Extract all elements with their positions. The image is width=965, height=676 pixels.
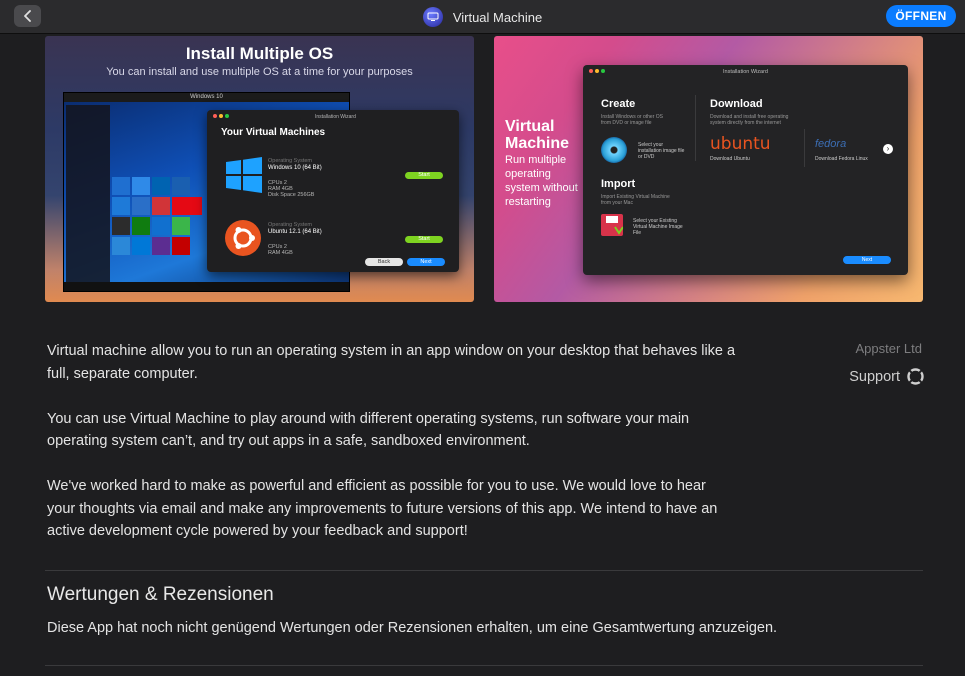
import-disk-icon (601, 214, 624, 236)
create-item: Select your installation image file or D… (638, 142, 685, 160)
lifebuoy-icon (907, 368, 924, 385)
vm-back-button[interactable]: Back (365, 258, 403, 266)
vm1-start-label: Start (418, 172, 430, 178)
vm2-os: Ubuntu 12.1 (64 Bit) (268, 229, 322, 235)
window-title: Virtual Machine (452, 9, 543, 25)
import-desc: Import Existing Virtual Machine from you… (601, 194, 670, 206)
windows10-titlebar: Windows 10 (64, 93, 349, 102)
windows10-taskbar (64, 282, 349, 291)
installation-wizard-window: Installation Wizard Create Install Windo… (583, 65, 908, 275)
vm-back-label: Back (377, 259, 391, 265)
vm1-start-button[interactable]: Start (405, 172, 443, 179)
vm1-disk: Disk Space 256GB (268, 192, 315, 198)
ratings-heading: Wertungen & Rezensionen (47, 584, 274, 605)
section-divider (45, 665, 923, 666)
vm-next-button[interactable]: Next (407, 258, 445, 266)
vm-list-window: Installation Wizard Your Virtual Machine… (207, 110, 459, 272)
fedora-caption: Download Fedora Linux (815, 156, 868, 162)
windows-logo-icon (225, 156, 263, 194)
disc-icon (601, 137, 627, 163)
create-heading: Create (601, 98, 636, 110)
vm-next-label: Next (420, 259, 432, 265)
download-heading: Download (710, 98, 763, 110)
screenshot-run-multiple-os[interactable]: Virtual Machine Run multiple operating s… (494, 36, 923, 302)
vm2-start-button[interactable]: Start (405, 236, 443, 243)
ubuntu-logo[interactable]: ubuntu (710, 134, 771, 154)
ubuntu-caption: Download Ubuntu (710, 156, 750, 162)
title-bar: Virtual Machine ÖFFNEN (0, 0, 965, 34)
section-divider (45, 570, 923, 571)
description-paragraph-1: Virtual machine allow you to run an oper… (47, 343, 736, 382)
open-button[interactable]: ÖFFNEN (886, 5, 956, 27)
vm2-start-label: Start (418, 236, 430, 242)
screenshot-title: Install Multiple OS (185, 44, 334, 63)
ratings-text: Diese App hat noch nicht genügend Wertun… (47, 620, 778, 636)
window-title-group: Virtual Machine (0, 0, 965, 34)
vm1-os-label: Operating System (268, 158, 313, 164)
developer-link[interactable]: Appster Ltd (856, 341, 923, 356)
create-desc: Install Windows or other OS from DVD or … (601, 114, 663, 126)
arrow-right-icon[interactable]: › (883, 144, 893, 154)
wizard-title: Installation Wizard (723, 69, 768, 75)
description-paragraph-3: We've worked hard to make as powerful an… (47, 478, 718, 539)
wizard-next-button[interactable]: Next (843, 256, 891, 264)
description-paragraph-2: You can use Virtual Machine to play arou… (47, 410, 690, 450)
download-desc: Download and install free operating syst… (710, 114, 789, 126)
vm1-os: Windows 10 (64 Bit) (268, 165, 322, 171)
title-line-2: Machine (505, 135, 570, 152)
vm-window-title: Installation Wizard (315, 114, 356, 120)
screenshot-install-multiple-os[interactable]: Install Multiple OS You can install and … (45, 36, 474, 302)
app-description: Virtual machine allow you to run an oper… (47, 340, 737, 565)
screenshot-title: Virtual Machine (505, 118, 569, 152)
fedora-logo[interactable]: fedora (815, 138, 846, 150)
screenshot-subtitle: Run multiple operating system without re… (505, 154, 578, 208)
title-line-1: Virtual (505, 118, 555, 135)
vm-heading: Your Virtual Machines (221, 127, 326, 138)
vm2-ram: RAM 4GB (268, 250, 293, 256)
support-label: Support (849, 368, 900, 385)
window-traffic-lights (213, 114, 229, 118)
import-item: Select your Existing Virtual Machine Ima… (633, 218, 683, 236)
vm2-os-label: Operating System (268, 222, 313, 228)
support-link[interactable]: Support (849, 368, 924, 385)
app-icon (422, 7, 443, 27)
import-heading: Import (601, 178, 636, 190)
screenshot-subtitle: You can install and use multiple OS at a… (106, 66, 413, 78)
wizard-next-label: Next (861, 257, 873, 263)
ubuntu-logo-icon (225, 220, 261, 256)
window-traffic-lights (589, 69, 605, 73)
